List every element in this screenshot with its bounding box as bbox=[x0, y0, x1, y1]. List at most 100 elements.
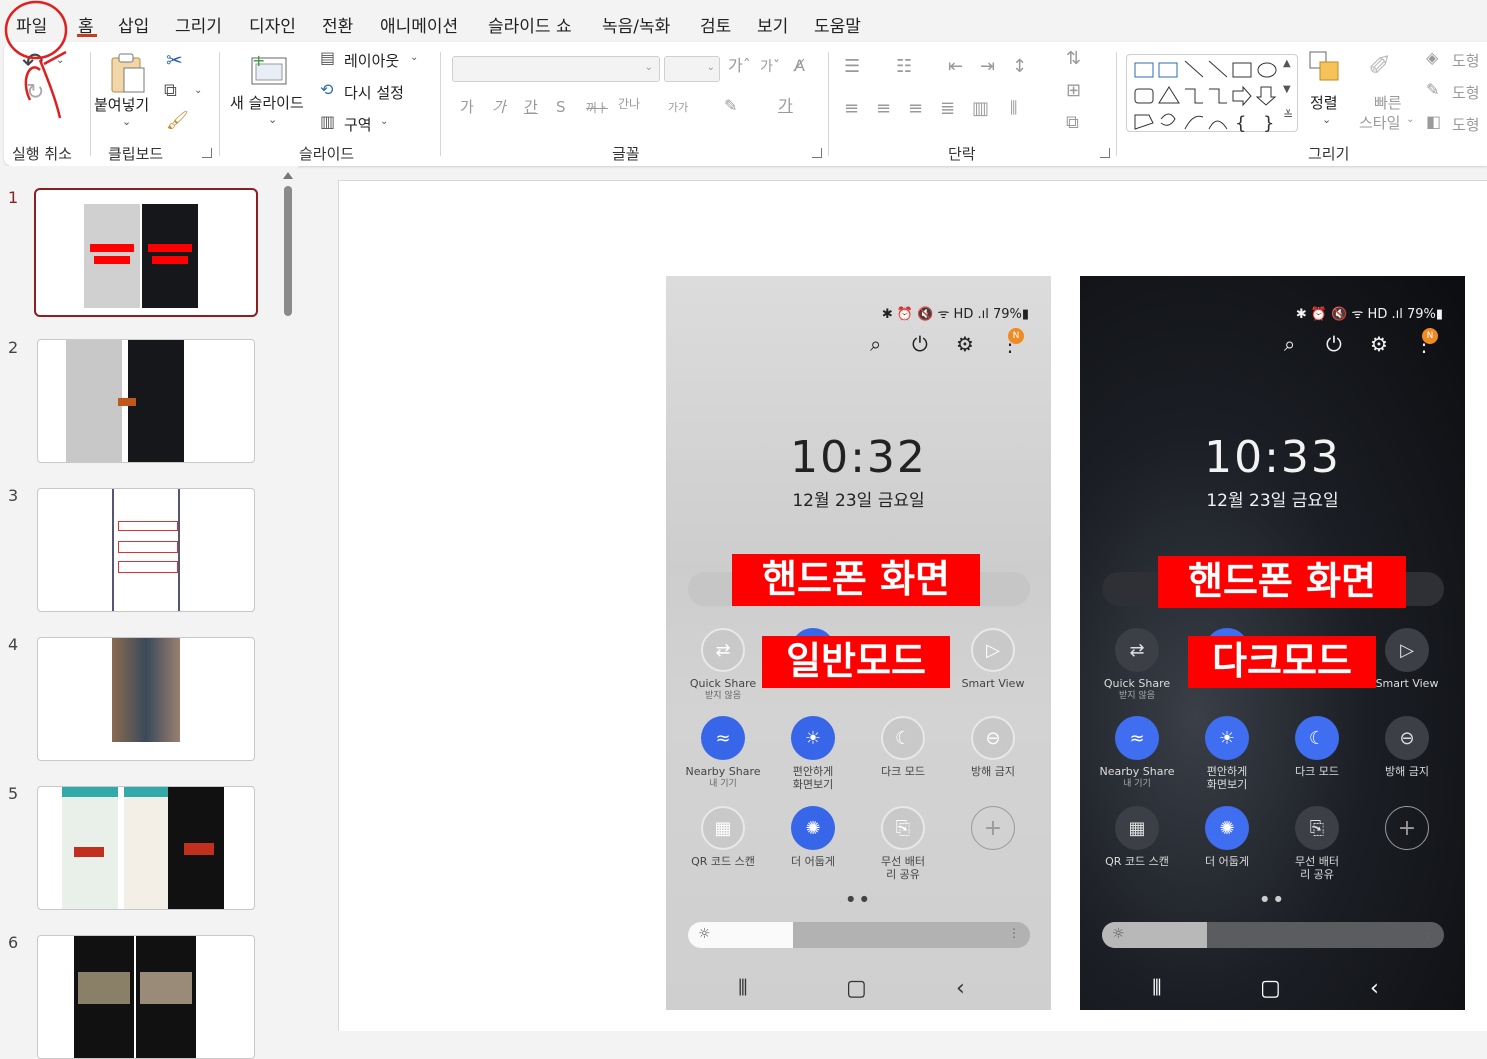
align-center-icon[interactable]: ≡ bbox=[876, 100, 891, 118]
grow-font-icon[interactable]: 가ˆ bbox=[728, 58, 751, 74]
change-case-icon[interactable]: 가가 bbox=[668, 102, 688, 113]
extra-dim-icon: ✺ bbox=[1205, 806, 1249, 850]
phone-screenshot-dark[interactable]: ✱ ⏰ 🔇 ᯤ HD .ıl 79%▮ ⌕ ⏻ ⚙ ⋮ N 10:33 12월 … bbox=[1080, 276, 1465, 1010]
cut-icon[interactable]: ✂ bbox=[166, 50, 183, 70]
layout-button[interactable]: 레이아웃 bbox=[344, 50, 399, 71]
quick-styles-icon[interactable]: ✐ bbox=[1368, 52, 1391, 80]
new-slide-icon[interactable]: + bbox=[250, 52, 290, 88]
menu-slideshow[interactable]: 슬라이드 쇼 bbox=[488, 12, 572, 37]
chevron-down-icon[interactable]: ⌄ bbox=[194, 86, 202, 96]
menu-help[interactable]: 도움말 bbox=[814, 12, 861, 37]
format-painter-icon[interactable]: 🖌 bbox=[166, 112, 189, 130]
shrink-font-icon[interactable]: 가ˇ bbox=[760, 60, 780, 74]
slide-thumbnail-1[interactable] bbox=[34, 188, 258, 317]
arrange-button[interactable]: 정렬 bbox=[1310, 92, 1338, 113]
numbering-icon[interactable]: ☷ bbox=[896, 58, 912, 76]
justify-icon[interactable]: ≣ bbox=[940, 100, 955, 118]
increase-indent-icon[interactable]: ⇥ bbox=[980, 58, 995, 76]
slide-thumbnail-6[interactable] bbox=[37, 935, 255, 1059]
thumb-phone-dark bbox=[142, 204, 198, 308]
bold-icon[interactable]: 가 bbox=[460, 100, 474, 115]
chevron-down-icon[interactable]: ⌄ bbox=[1406, 115, 1414, 125]
shapes-gallery[interactable]: { } ▲ ▼ ≚ bbox=[1126, 54, 1298, 133]
more-vert-icon: ⋮ bbox=[1422, 926, 1434, 940]
slide-thumbnail-4[interactable] bbox=[37, 637, 255, 761]
menu-review[interactable]: 검토 bbox=[700, 12, 731, 37]
section-button[interactable]: 구역 bbox=[344, 114, 372, 135]
section-icon[interactable]: ▥ bbox=[320, 114, 335, 130]
shapes-icon[interactable]: { } bbox=[1131, 57, 1281, 133]
paste-icon[interactable] bbox=[108, 52, 148, 94]
slide-thumbnail-3[interactable] bbox=[37, 488, 255, 612]
italic-icon[interactable]: 가 bbox=[492, 100, 506, 115]
menu-draw[interactable]: 그리기 bbox=[175, 12, 222, 37]
align-left-icon[interactable]: ≡ bbox=[844, 100, 859, 118]
slide-thumbnail-5[interactable] bbox=[37, 786, 255, 910]
align-text-icon[interactable]: ⊞ bbox=[1066, 82, 1081, 100]
chevron-down-icon[interactable]: ⌄ bbox=[645, 63, 653, 73]
chevron-down-icon[interactable]: ⌄ bbox=[268, 114, 277, 125]
menu-transitions[interactable]: 전환 bbox=[322, 12, 353, 37]
slide-number: 3 bbox=[8, 486, 19, 505]
tile-nearby-share: ≈ Nearby Share 내 기기 bbox=[1092, 716, 1182, 790]
shape-fill-icon[interactable]: ◈ bbox=[1426, 50, 1438, 66]
more-shapes-icon[interactable]: ≚ bbox=[1283, 109, 1293, 121]
menu-animations[interactable]: 애니메이션 bbox=[380, 12, 458, 37]
layout-icon[interactable]: ▤ bbox=[320, 50, 335, 66]
chevron-down-icon[interactable]: ⌄ bbox=[707, 63, 715, 73]
text-direction-icon[interactable]: ⇅ bbox=[1066, 50, 1081, 68]
thumbnail-scrollbar[interactable] bbox=[284, 186, 292, 316]
menu-insert[interactable]: 삽입 bbox=[118, 12, 149, 37]
shape-fill-button[interactable]: 도형 bbox=[1452, 50, 1480, 71]
shape-effects-button[interactable]: 도형 bbox=[1452, 114, 1480, 135]
dialog-launcher-icon[interactable] bbox=[202, 148, 212, 158]
highlight-icon[interactable]: ✎ bbox=[724, 98, 737, 114]
recents-icon: ⦀ bbox=[738, 976, 748, 1001]
menu-design[interactable]: 디자인 bbox=[249, 12, 296, 37]
quick-styles-button[interactable]: 빠른 bbox=[1374, 92, 1402, 113]
columns-icon[interactable]: ⫼ bbox=[1010, 100, 1017, 116]
font-color-icon[interactable]: 가 bbox=[778, 98, 793, 114]
svg-text:+: + bbox=[252, 52, 265, 70]
chevron-down-icon[interactable]: ⌄ bbox=[122, 116, 131, 127]
new-slide-button[interactable]: 새 슬라이드 bbox=[230, 92, 304, 113]
scroll-up-icon[interactable] bbox=[283, 172, 293, 179]
bullets-icon[interactable]: ☰ bbox=[844, 58, 860, 76]
copy-icon[interactable]: ⧉ bbox=[164, 82, 177, 100]
menu-record[interactable]: 녹음/녹화 bbox=[602, 12, 670, 37]
decrease-indent-icon[interactable]: ⇤ bbox=[948, 58, 963, 76]
page-dots: ● ● bbox=[847, 894, 870, 903]
scroll-down-icon[interactable]: ▼ bbox=[1283, 85, 1291, 95]
chevron-down-icon[interactable]: ⌄ bbox=[410, 53, 418, 63]
clear-format-icon[interactable]: A̸ bbox=[794, 58, 805, 74]
dialog-launcher-icon[interactable] bbox=[1100, 148, 1110, 158]
slide-thumbnail-2[interactable] bbox=[37, 339, 255, 463]
shadow-icon[interactable]: S bbox=[556, 100, 566, 115]
arrange-icon[interactable] bbox=[1308, 50, 1344, 86]
chevron-down-icon[interactable]: ⌄ bbox=[380, 117, 388, 127]
dialog-launcher-icon[interactable] bbox=[812, 148, 822, 158]
svg-text:{: { bbox=[1235, 113, 1246, 133]
shape-outline-icon[interactable]: ✎ bbox=[1426, 82, 1439, 98]
paste-button[interactable]: 붙여넣기 bbox=[94, 94, 149, 115]
scroll-up-icon[interactable]: ▲ bbox=[1283, 59, 1291, 69]
font-name-dropdown[interactable]: ⌄ bbox=[452, 56, 660, 82]
menu-view[interactable]: 보기 bbox=[757, 12, 788, 37]
reset-icon[interactable]: ⟲ bbox=[320, 82, 333, 98]
shape-outline-button[interactable]: 도형 bbox=[1452, 82, 1480, 103]
smartart-icon[interactable]: ⧉ bbox=[1066, 114, 1079, 132]
reset-button[interactable]: 다시 설정 bbox=[344, 82, 404, 103]
qr-icon: ▦ bbox=[701, 806, 745, 850]
distribute-icon[interactable]: ▥ bbox=[972, 100, 989, 118]
phone-screenshot-light[interactable]: ✱ ⏰ 🔇 ᯤ HD .ıl 79%▮ ⌕ ⏻ ⚙ ⋮ N 10:32 12월 … bbox=[666, 276, 1051, 1010]
chevron-down-icon[interactable]: ⌄ bbox=[1322, 114, 1331, 125]
shape-effects-icon[interactable]: ◧ bbox=[1426, 114, 1441, 130]
align-right-icon[interactable]: ≡ bbox=[908, 100, 923, 118]
font-size-dropdown[interactable]: ⌄ bbox=[664, 56, 720, 82]
line-spacing-icon[interactable]: ↕ bbox=[1012, 58, 1027, 76]
char-spacing-icon[interactable]: 간나 bbox=[618, 98, 640, 110]
group-separator bbox=[90, 52, 91, 156]
strikethrough-icon[interactable]: 꺼ㅏ bbox=[586, 102, 608, 114]
underline-icon[interactable]: 간 bbox=[524, 100, 538, 115]
brightness-bar: ☼ ⋮ bbox=[688, 922, 1030, 948]
